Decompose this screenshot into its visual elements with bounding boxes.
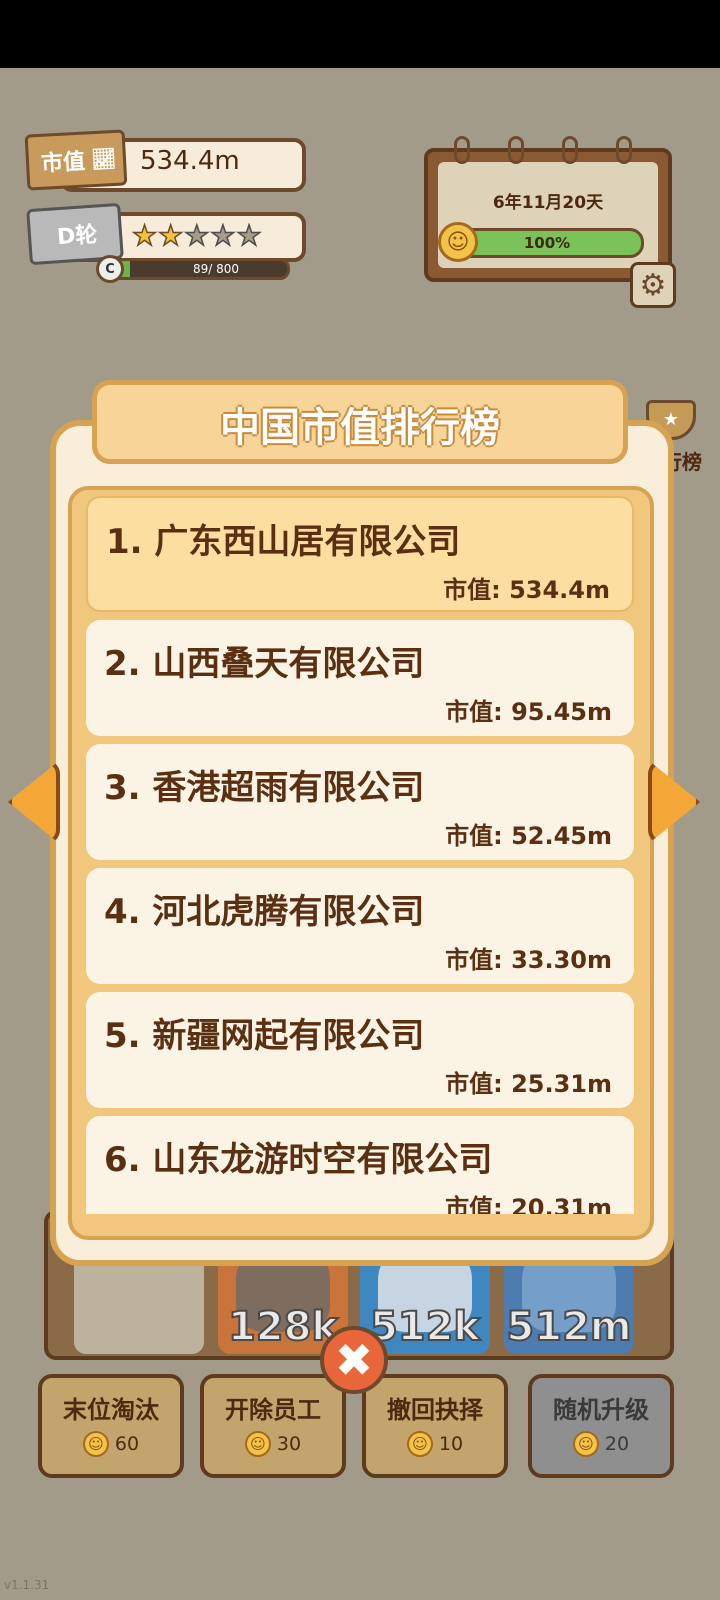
ranking-item: 5. 新疆网起有限公司 市值: 25.31m <box>86 992 634 1108</box>
ranking-item: 3. 香港超雨有限公司 市值: 52.45m <box>86 744 634 860</box>
smile-icon: ☺ <box>438 222 478 262</box>
level-badge: C <box>96 255 124 283</box>
action-label: 撤回抉择 <box>387 1396 483 1424</box>
ranking-item: 1. 广东西山居有限公司 市值: 534.4m <box>86 496 634 612</box>
company-name: 6. 山东龙游时空有限公司 <box>104 1140 493 1180</box>
star-icon: ★ <box>183 219 210 252</box>
star-icon: ★ <box>157 219 184 252</box>
company-market-value: 市值: 20.31m <box>445 1194 612 1214</box>
version-label: v1.1.31 <box>4 1578 50 1592</box>
status-bar <box>0 0 720 68</box>
undo-choice-button[interactable]: 撤回抉择 ☺ 10 <box>362 1374 508 1478</box>
ranking-title: 中国市值排行榜 <box>220 405 500 451</box>
ranking-list[interactable]: 1. 广东西山居有限公司 市值: 534.4m 2. 山西叠天有限公司 市值: … <box>84 496 636 1214</box>
ranking-item: 6. 山东龙游时空有限公司 市值: 20.31m <box>86 1116 634 1214</box>
star-icon: ★ <box>131 219 158 252</box>
calendar-date: 6年11月20天 <box>492 193 604 213</box>
calendar-ring-icon <box>562 136 578 164</box>
chart-up-icon: 📈︎ <box>90 145 117 172</box>
xp-bar: 89/ 800 <box>108 258 290 280</box>
company-name: 2. 山西叠天有限公司 <box>104 644 425 684</box>
smile-icon: ☺ <box>244 1431 271 1457</box>
star-icon: ★ <box>236 219 263 252</box>
company-market-value: 市值: 534.4m <box>443 576 610 604</box>
company-market-value: 市值: 25.31m <box>445 1070 612 1098</box>
ranking-item: 2. 山西叠天有限公司 市值: 95.45m <box>86 620 634 736</box>
close-button[interactable]: ✖ <box>320 1326 388 1394</box>
slot-value: 512m <box>505 1303 632 1351</box>
next-page-arrow-icon[interactable] <box>648 760 700 844</box>
company-name: 5. 新疆网起有限公司 <box>104 1016 425 1056</box>
cost-value: 60 <box>114 1433 140 1455</box>
calendar-ring-icon <box>616 136 632 164</box>
action-cost: ☺ 60 <box>42 1431 180 1457</box>
fire-employee-button[interactable]: 开除员工 ☺ 30 <box>200 1374 346 1478</box>
market-value-tag: 市值 📈︎ <box>24 129 128 191</box>
star-rating: ★ ★ ★ ★ ★ <box>131 219 263 252</box>
market-value-tag-label: 市值 <box>40 149 86 177</box>
action-label: 末位淘汰 <box>63 1396 159 1424</box>
mood-percent: 100% <box>523 234 571 252</box>
gear-icon[interactable]: ⚙ <box>630 262 676 308</box>
company-market-value: 市值: 95.45m <box>445 698 612 726</box>
random-upgrade-button[interactable]: 随机升级 ☺ 20 <box>528 1374 674 1478</box>
round-tag-label: D轮 <box>56 222 99 251</box>
smile-icon: ☺ <box>572 1431 599 1457</box>
mood-bar: 100% <box>450 228 644 258</box>
smile-icon: ☺ <box>82 1431 109 1457</box>
company-name: 3. 香港超雨有限公司 <box>104 768 425 808</box>
cost-value: 20 <box>604 1433 630 1455</box>
cost-value: 30 <box>276 1433 302 1455</box>
action-cost: ☺ 20 <box>532 1431 670 1457</box>
cost-value: 10 <box>438 1433 464 1455</box>
star-icon: ★ <box>210 219 237 252</box>
company-market-value: 市值: 52.45m <box>445 822 612 850</box>
xp-text: 89/ 800 <box>192 262 239 276</box>
ranking-title-bar: 中国市值排行榜 <box>92 380 628 464</box>
calendar-ring-icon <box>454 136 470 164</box>
smile-icon: ☺ <box>406 1431 433 1457</box>
ranking-item: 4. 河北虎腾有限公司 市值: 33.30m <box>86 868 634 984</box>
previous-page-arrow-icon[interactable] <box>8 760 60 844</box>
action-label: 随机升级 <box>553 1396 649 1424</box>
company-name: 4. 河北虎腾有限公司 <box>104 892 425 932</box>
calendar-ring-icon <box>508 136 524 164</box>
company-name: 1. 广东西山居有限公司 <box>106 522 461 562</box>
eliminate-last-button[interactable]: 末位淘汰 ☺ 60 <box>38 1374 184 1478</box>
action-label: 开除员工 <box>225 1396 321 1424</box>
company-market-value: 市值: 33.30m <box>445 946 612 974</box>
action-cost: ☺ 30 <box>204 1431 342 1457</box>
market-value: 534.4m <box>140 146 240 176</box>
action-cost: ☺ 10 <box>366 1431 504 1457</box>
